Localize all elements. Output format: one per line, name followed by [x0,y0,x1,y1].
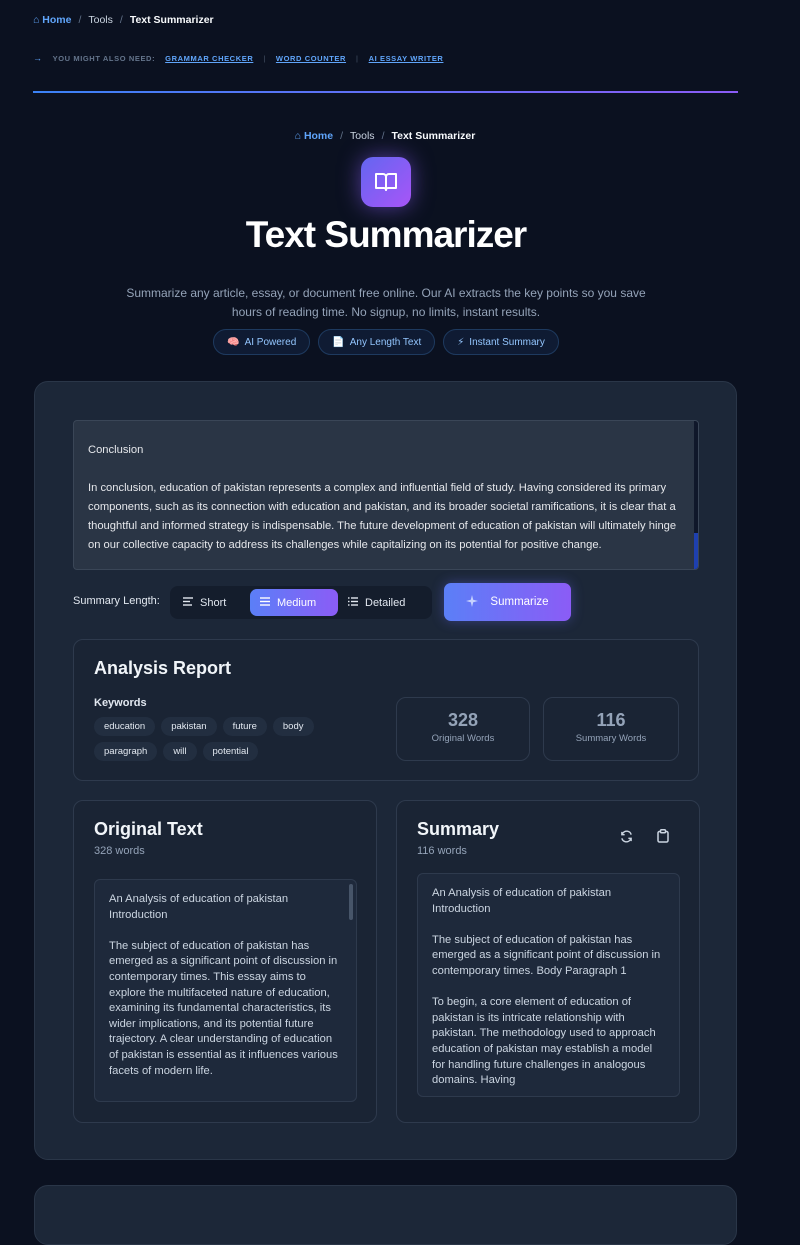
breadcrumb-tools-link[interactable]: Tools [88,14,113,26]
sparkle-icon [466,594,479,610]
page-subtitle: Summarize any article, essay, or documen… [126,286,646,319]
keywords-label: Keywords [94,697,147,709]
keyword-chip: education [94,717,156,736]
original-words-label: Original Words [431,733,495,744]
badge-ai-powered: 🧠 AI Powered [213,329,311,355]
summary-words-stat: 116 Summary Words [543,697,679,761]
breadcrumb-separator: / [119,14,123,26]
summary-panel: Summary 116 words An Analysis of educati… [396,800,700,1123]
home-icon: ⌂ [294,130,302,142]
keyword-chip: potential [202,742,259,761]
arrow-right-icon: → [33,53,43,63]
length-short-button[interactable]: Short [173,589,251,616]
keyword-chip: future [222,717,267,736]
original-text-scrollbar[interactable] [349,884,353,920]
length-medium-button[interactable]: Medium [250,589,338,616]
feature-badges: 🧠 AI Powered 📄 Any Length Text ⚡ Instant… [0,329,772,355]
original-text-panel: Original Text 328 words An Analysis of e… [73,800,377,1123]
text-input-scrollbar[interactable] [694,421,698,569]
breadcrumb-separator: / [78,14,82,26]
list-icon [348,596,358,609]
original-words-stat: 328 Original Words [396,697,530,761]
badge-any-length: 📄 Any Length Text [318,329,436,355]
summary-title: Summary [417,819,500,839]
page-title: Text Summarizer [245,214,527,255]
hero-breadcrumb: ⌂ Home / Tools / Text Summarizer [0,130,770,142]
gradient-divider [33,91,738,93]
breadcrumb-home-link[interactable]: ⌂ Home [295,130,333,142]
align-justify-icon [260,596,270,609]
related-link-grammar-checker[interactable]: GRAMMAR CHECKER [165,54,253,63]
original-text-content[interactable]: An Analysis of education of pakistan Int… [94,879,357,1102]
breadcrumb-current: Text Summarizer [129,14,214,26]
related-tools-label: YOU MIGHT ALSO NEED: [52,53,156,63]
text-input[interactable]: Conclusion In conclusion, education of p… [73,420,699,570]
summary-controls: Summary Length: Short Medium Detailed Su… [73,583,699,621]
lightning-icon: ⚡ [457,336,465,348]
summarize-button[interactable]: Summarize [444,583,571,621]
analysis-title: Analysis Report [94,658,232,678]
copy-icon[interactable] [654,827,672,845]
summary-words-count: 116 [596,710,626,730]
breadcrumb-home-link[interactable]: ⌂ Home [33,14,71,26]
related-divider: | [263,53,266,63]
keyword-chip: paragraph [94,742,158,761]
align-left-icon [183,596,193,609]
analysis-report: Analysis Report Keywords education pakis… [73,639,699,781]
related-link-ai-essay-writer[interactable]: AI ESSAY WRITER [369,54,444,63]
keyword-chip: pakistan [161,717,217,736]
breadcrumb-tools-link[interactable]: Tools [350,130,375,142]
related-tools: → YOU MIGHT ALSO NEED: GRAMMAR CHECKER |… [33,53,443,63]
related-link-word-counter[interactable]: WORD COUNTER [276,54,346,63]
next-section-card [34,1185,737,1245]
length-detailed-button[interactable]: Detailed [338,589,430,616]
original-words-count: 328 [447,710,479,730]
original-text-title: Original Text [94,819,203,839]
keyword-chip: will [163,742,197,761]
breadcrumb-separator: / [381,130,385,142]
original-word-count: 328 words [94,845,145,857]
summary-words-label: Summary Words [575,733,647,744]
regenerate-icon[interactable] [617,827,635,845]
home-icon: ⌂ [33,14,40,26]
breadcrumb: ⌂ Home / Tools / Text Summarizer [33,14,214,26]
breadcrumb-current: Text Summarizer [391,130,476,142]
book-icon [361,157,411,207]
keyword-chip: body [272,717,314,736]
text-input-content[interactable]: Conclusion In conclusion, education of p… [74,421,698,555]
summary-content[interactable]: An Analysis of education of pakistan Int… [417,873,680,1097]
summarizer-card: Conclusion In conclusion, education of p… [34,381,737,1160]
summary-length-selector: Short Medium Detailed [170,586,432,619]
badge-instant-summary: ⚡ Instant Summary [443,329,559,355]
summary-body: An Analysis of education of pakistan Int… [432,887,661,1087]
brain-icon: 🧠 [227,336,240,348]
document-icon: 📄 [332,336,345,348]
summary-length-label: Summary Length: [73,595,160,607]
keywords-list: education pakistan future body paragraph… [94,717,344,761]
breadcrumb-separator: / [340,130,344,142]
related-divider: | [356,53,359,63]
original-text-body: An Analysis of education of pakistan Int… [109,893,338,1077]
summary-word-count: 116 words [417,845,467,857]
